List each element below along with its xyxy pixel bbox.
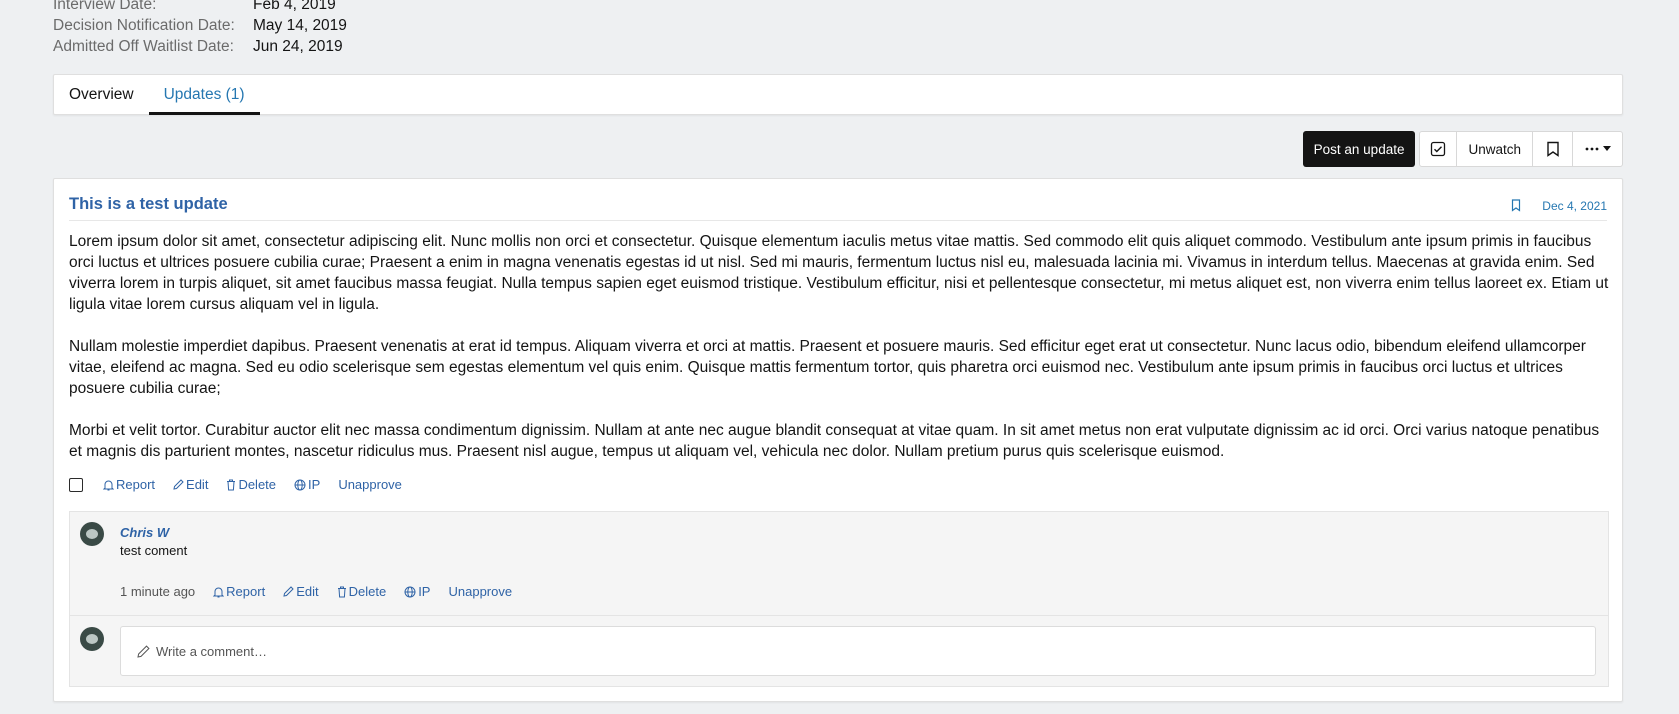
update-title[interactable]: This is a test update xyxy=(69,195,228,214)
update-card: This is a test update Dec 4, 2021 Lorem … xyxy=(53,178,1623,702)
edit-link[interactable]: Edit xyxy=(173,477,208,492)
edit-link[interactable]: Edit xyxy=(283,584,319,599)
update-actions: Report Edit Delete IP Unapprove xyxy=(69,477,420,492)
paragraph: Nullam molestie imperdiet dapibus. Praes… xyxy=(69,338,1586,397)
paragraph: Lorem ipsum dolor sit amet, consectetur … xyxy=(69,233,1609,313)
caret-down-icon xyxy=(1602,146,1611,151)
info-label: Admitted Off Waitlist Date: xyxy=(53,37,234,55)
ip-link[interactable]: IP xyxy=(404,584,430,599)
comment-time[interactable]: 1 minute ago xyxy=(120,584,195,599)
comments-section: Chris W test coment 1 minute ago Report … xyxy=(69,511,1609,687)
info-label: Interview Date: xyxy=(53,0,157,13)
select-checkbox[interactable] xyxy=(69,477,83,492)
tab-bar: Overview Updates (1) xyxy=(53,74,1623,115)
thread-button-group: Unwatch xyxy=(1419,131,1623,167)
bell-icon xyxy=(103,480,114,490)
info-row: Decision Notification Date: May 14, 2019 xyxy=(53,15,347,36)
divider xyxy=(70,615,1608,616)
avatar[interactable] xyxy=(80,522,104,546)
ip-link[interactable]: IP xyxy=(294,477,320,492)
info-row: Admitted Off Waitlist Date: Jun 24, 2019 xyxy=(53,36,347,57)
post-update-button[interactable]: Post an update xyxy=(1302,131,1416,167)
checkbox-checked-icon xyxy=(1431,141,1446,157)
application-dates: Interview Date: Feb 4, 2019 Decision Not… xyxy=(53,0,347,57)
comment-placeholder: Write a comment… xyxy=(156,643,268,659)
report-link[interactable]: Report xyxy=(213,584,265,599)
update-bookmark-button[interactable] xyxy=(1511,199,1521,216)
info-value: Jun 24, 2019 xyxy=(253,37,343,55)
thread-actions: Post an update Unwatch xyxy=(1302,131,1623,167)
pencil-icon xyxy=(283,586,294,597)
select-checkbox-button[interactable] xyxy=(1420,132,1456,166)
report-label: Report xyxy=(226,584,266,599)
bookmark-icon xyxy=(1546,141,1559,157)
pencil-icon xyxy=(137,644,150,658)
tab-updates[interactable]: Updates (1) xyxy=(148,75,260,115)
delete-label: Delete xyxy=(348,584,387,599)
pencil-icon xyxy=(173,479,184,490)
avatar xyxy=(80,627,104,651)
update-body: Lorem ipsum dolor sit amet, consectetur … xyxy=(69,231,1609,483)
info-label: Decision Notification Date: xyxy=(53,16,235,34)
delete-label: Delete xyxy=(238,477,277,492)
info-value: May 14, 2019 xyxy=(253,16,347,34)
comment-author[interactable]: Chris W xyxy=(120,525,169,540)
tab-overview[interactable]: Overview xyxy=(69,75,149,114)
report-link[interactable]: Report xyxy=(103,477,155,492)
edit-label: Edit xyxy=(296,584,319,599)
unapprove-link[interactable]: Unapprove xyxy=(448,584,512,599)
globe-icon xyxy=(404,586,416,597)
unwatch-button[interactable]: Unwatch xyxy=(1456,132,1532,166)
comment-actions: 1 minute ago Report Edit Delete IP Unapp… xyxy=(120,584,530,599)
bookmark-button[interactable] xyxy=(1532,132,1572,166)
more-dots-icon xyxy=(1585,147,1598,151)
more-options-button[interactable] xyxy=(1572,132,1622,166)
comment-text: test coment xyxy=(120,543,188,558)
bookmark-icon xyxy=(1511,199,1521,212)
comment-input[interactable]: Write a comment… xyxy=(120,626,1596,676)
update-header: This is a test update Dec 4, 2021 xyxy=(69,179,1607,221)
globe-icon xyxy=(294,479,306,490)
info-value: Feb 4, 2019 xyxy=(253,0,336,13)
delete-link[interactable]: Delete xyxy=(226,477,276,492)
paragraph: Morbi et velit tortor. Curabitur auctor … xyxy=(69,422,1600,460)
delete-link[interactable]: Delete xyxy=(337,584,387,599)
report-label: Report xyxy=(116,477,156,492)
ip-label: IP xyxy=(308,477,321,492)
bell-icon xyxy=(213,587,225,597)
update-date[interactable]: Dec 4, 2021 xyxy=(1542,199,1607,213)
edit-label: Edit xyxy=(186,477,209,492)
unapprove-link[interactable]: Unapprove xyxy=(338,477,402,492)
trash-icon xyxy=(337,586,346,597)
ip-label: IP xyxy=(418,584,431,599)
trash-icon xyxy=(227,479,236,490)
info-row: Interview Date: Feb 4, 2019 xyxy=(53,0,347,15)
